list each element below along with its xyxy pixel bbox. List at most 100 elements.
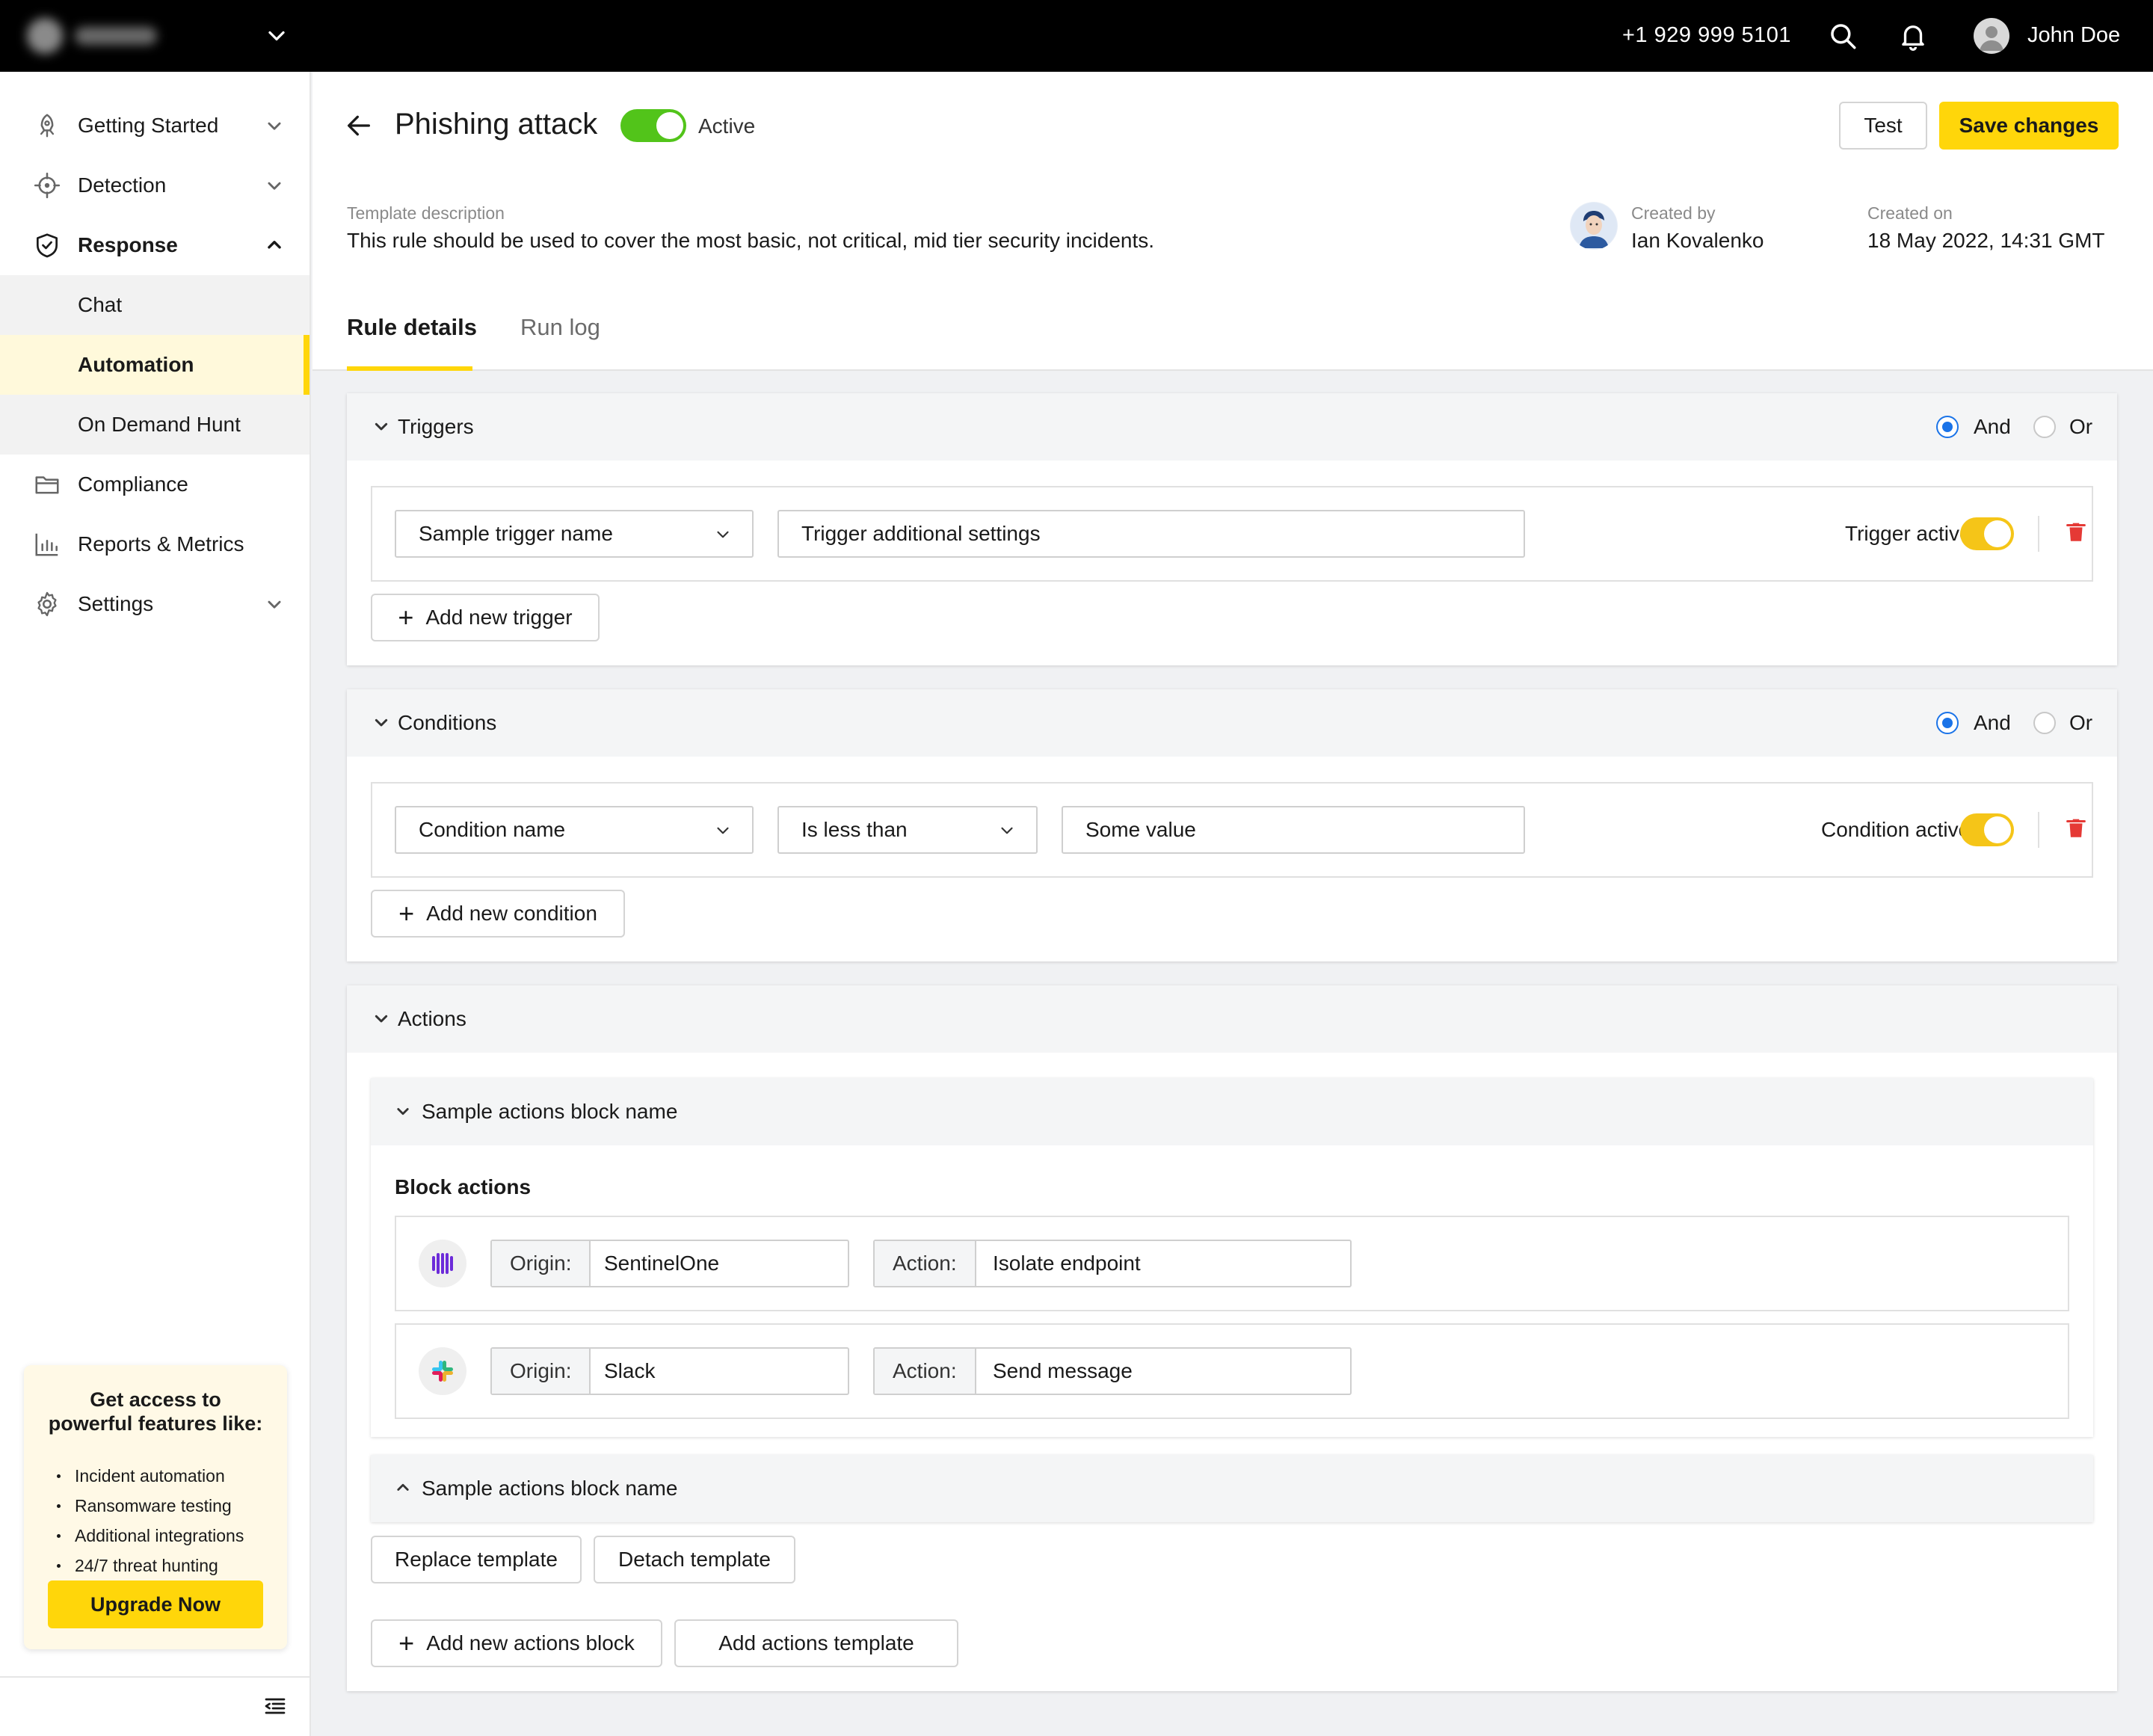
- collapse-menu-icon[interactable]: [262, 1693, 289, 1720]
- actions-panel: Actions Sample actions block name Block …: [347, 985, 2117, 1691]
- promo-feature: 24/7 threat hunting: [57, 1551, 244, 1580]
- add-actions-template-button[interactable]: Add actions template: [674, 1619, 958, 1667]
- trash-icon[interactable]: [2063, 519, 2089, 544]
- brand-logo[interactable]: [27, 16, 161, 55]
- triggers-header[interactable]: Triggers And Or: [347, 393, 2117, 461]
- sidebar-item-compliance[interactable]: Compliance: [0, 455, 309, 514]
- promo-feature-list: Incident automation Ransomware testing A…: [57, 1461, 244, 1580]
- sidebar-subitem-on-demand-hunt[interactable]: On Demand Hunt: [0, 395, 309, 455]
- chevron-down-icon: [268, 122, 281, 130]
- tab-rule-details[interactable]: Rule details: [347, 314, 477, 341]
- chevron-down-icon: [268, 600, 281, 609]
- add-new-condition-button[interactable]: + Add new condition: [371, 890, 625, 938]
- conditions-header[interactable]: Conditions And Or: [347, 689, 2117, 757]
- or-radio[interactable]: [2033, 712, 2056, 734]
- divider: [2038, 516, 2039, 552]
- origin-field[interactable]: Origin: SentinelOne: [490, 1240, 849, 1287]
- trash-icon[interactable]: [2063, 815, 2089, 840]
- active-toggle[interactable]: [620, 109, 686, 142]
- or-radio-label[interactable]: Or: [2069, 415, 2092, 439]
- chevron-down-icon[interactable]: [263, 22, 290, 49]
- detach-template-button[interactable]: Detach template: [594, 1536, 795, 1583]
- action-row: Origin: Slack Action: Send message: [395, 1323, 2069, 1419]
- sidebar-item-getting-started[interactable]: Getting Started: [0, 96, 309, 156]
- gear-icon: [37, 591, 57, 617]
- action-row: Origin: SentinelOne Action: Isolate endp…: [395, 1216, 2069, 1311]
- active-tab-indicator: [347, 366, 472, 371]
- trigger-name-select[interactable]: Sample trigger name: [395, 510, 754, 558]
- and-radio[interactable]: [1936, 416, 1959, 438]
- condition-row: Condition name Is less than Some value C…: [371, 782, 2093, 878]
- action-label: Action:: [875, 1241, 976, 1286]
- conditions-panel: Conditions And Or Condition name Is less…: [347, 689, 2117, 961]
- crosshair-icon: [34, 172, 61, 199]
- select-value: Condition name: [419, 818, 566, 841]
- created-on-value: 18 May 2022, 14:31 GMT: [1867, 229, 2105, 252]
- button-label: Add new condition: [426, 902, 597, 925]
- chevron-down-icon[interactable]: [369, 710, 393, 734]
- triggers-panel: Triggers And Or Sample trigger name Trig…: [347, 393, 2117, 665]
- replace-template-button[interactable]: Replace template: [371, 1536, 582, 1583]
- add-new-trigger-button[interactable]: + Add new trigger: [371, 594, 600, 641]
- chevron-down-icon: [717, 531, 729, 538]
- test-button[interactable]: Test: [1839, 102, 1927, 150]
- condition-operator-select[interactable]: Is less than: [777, 806, 1038, 854]
- action-field[interactable]: Action: Send message: [873, 1347, 1352, 1395]
- actions-block-header[interactable]: Sample actions block name: [371, 1078, 2093, 1145]
- and-radio[interactable]: [1936, 712, 1959, 734]
- rocket-icon: [40, 114, 55, 138]
- or-radio[interactable]: [2033, 416, 2056, 438]
- sidebar-item-label: Response: [78, 233, 178, 256]
- or-radio-label[interactable]: Or: [2069, 711, 2092, 735]
- sidebar-item-settings[interactable]: Settings: [0, 574, 309, 634]
- actions-block-header[interactable]: Sample actions block name: [371, 1455, 2093, 1522]
- select-value: Sample trigger name: [419, 522, 613, 545]
- divider: [2038, 812, 2039, 848]
- action-field[interactable]: Action: Isolate endpoint: [873, 1240, 1352, 1287]
- condition-active-toggle[interactable]: [1960, 813, 2014, 846]
- bar-chart-icon: [35, 533, 58, 556]
- sidebar-item-label: On Demand Hunt: [78, 413, 241, 436]
- chevron-up-icon[interactable]: [392, 1477, 414, 1499]
- phone-number[interactable]: +1 929 999 5101: [1622, 23, 1791, 48]
- promo-feature: Ransomware testing: [57, 1491, 244, 1521]
- trigger-active-toggle[interactable]: [1960, 517, 2014, 550]
- arrow-left-icon[interactable]: [344, 111, 374, 141]
- sidebar-item-response[interactable]: Response: [0, 215, 309, 275]
- promo-title-line: powerful features like:: [48, 1412, 263, 1435]
- chevron-down-icon[interactable]: [369, 1006, 393, 1030]
- condition-name-select[interactable]: Condition name: [395, 806, 754, 854]
- search-icon[interactable]: [1827, 20, 1858, 52]
- sidebar-item-label: Settings: [78, 592, 154, 615]
- trigger-settings-field[interactable]: Trigger additional settings: [777, 510, 1525, 558]
- created-by-label: Created by: [1631, 203, 1716, 223]
- chevron-down-icon[interactable]: [392, 1100, 414, 1122]
- plus-icon: +: [398, 1628, 415, 1658]
- trigger-active-label: Trigger active: [1845, 522, 1971, 545]
- sidebar-item-detection[interactable]: Detection: [0, 156, 309, 215]
- actions-header[interactable]: Actions: [347, 985, 2117, 1053]
- save-changes-button[interactable]: Save changes: [1939, 102, 2119, 150]
- sidebar-subitem-automation[interactable]: Automation: [0, 335, 309, 395]
- add-new-actions-block-button[interactable]: + Add new actions block: [371, 1619, 662, 1667]
- and-radio-label[interactable]: And: [1974, 415, 2011, 439]
- user-avatar-icon[interactable]: [1974, 18, 2009, 54]
- chevron-down-icon[interactable]: [369, 414, 393, 438]
- sidebar-subitem-chat[interactable]: Chat: [0, 275, 309, 335]
- upgrade-now-button[interactable]: Upgrade Now: [48, 1580, 263, 1628]
- condition-active-label: Condition active: [1821, 818, 1971, 841]
- sidebar-item-reports-metrics[interactable]: Reports & Metrics: [0, 514, 309, 574]
- and-radio-label[interactable]: And: [1974, 711, 2011, 735]
- bell-icon[interactable]: [1897, 20, 1929, 52]
- template-description: This rule should be used to cover the mo…: [347, 229, 1155, 252]
- condition-value-input[interactable]: Some value: [1062, 806, 1525, 854]
- origin-field[interactable]: Origin: Slack: [490, 1347, 849, 1395]
- tab-run-log[interactable]: Run log: [520, 314, 600, 341]
- sidebar-item-label: Chat: [78, 293, 123, 316]
- shield-icon: [36, 233, 58, 258]
- sentinelone-icon: [419, 1240, 466, 1287]
- section-title: Actions: [398, 1007, 466, 1030]
- user-name[interactable]: John Doe: [2027, 23, 2120, 48]
- chevron-down-icon: [717, 827, 729, 834]
- sidebar-item-label: Getting Started: [78, 114, 219, 137]
